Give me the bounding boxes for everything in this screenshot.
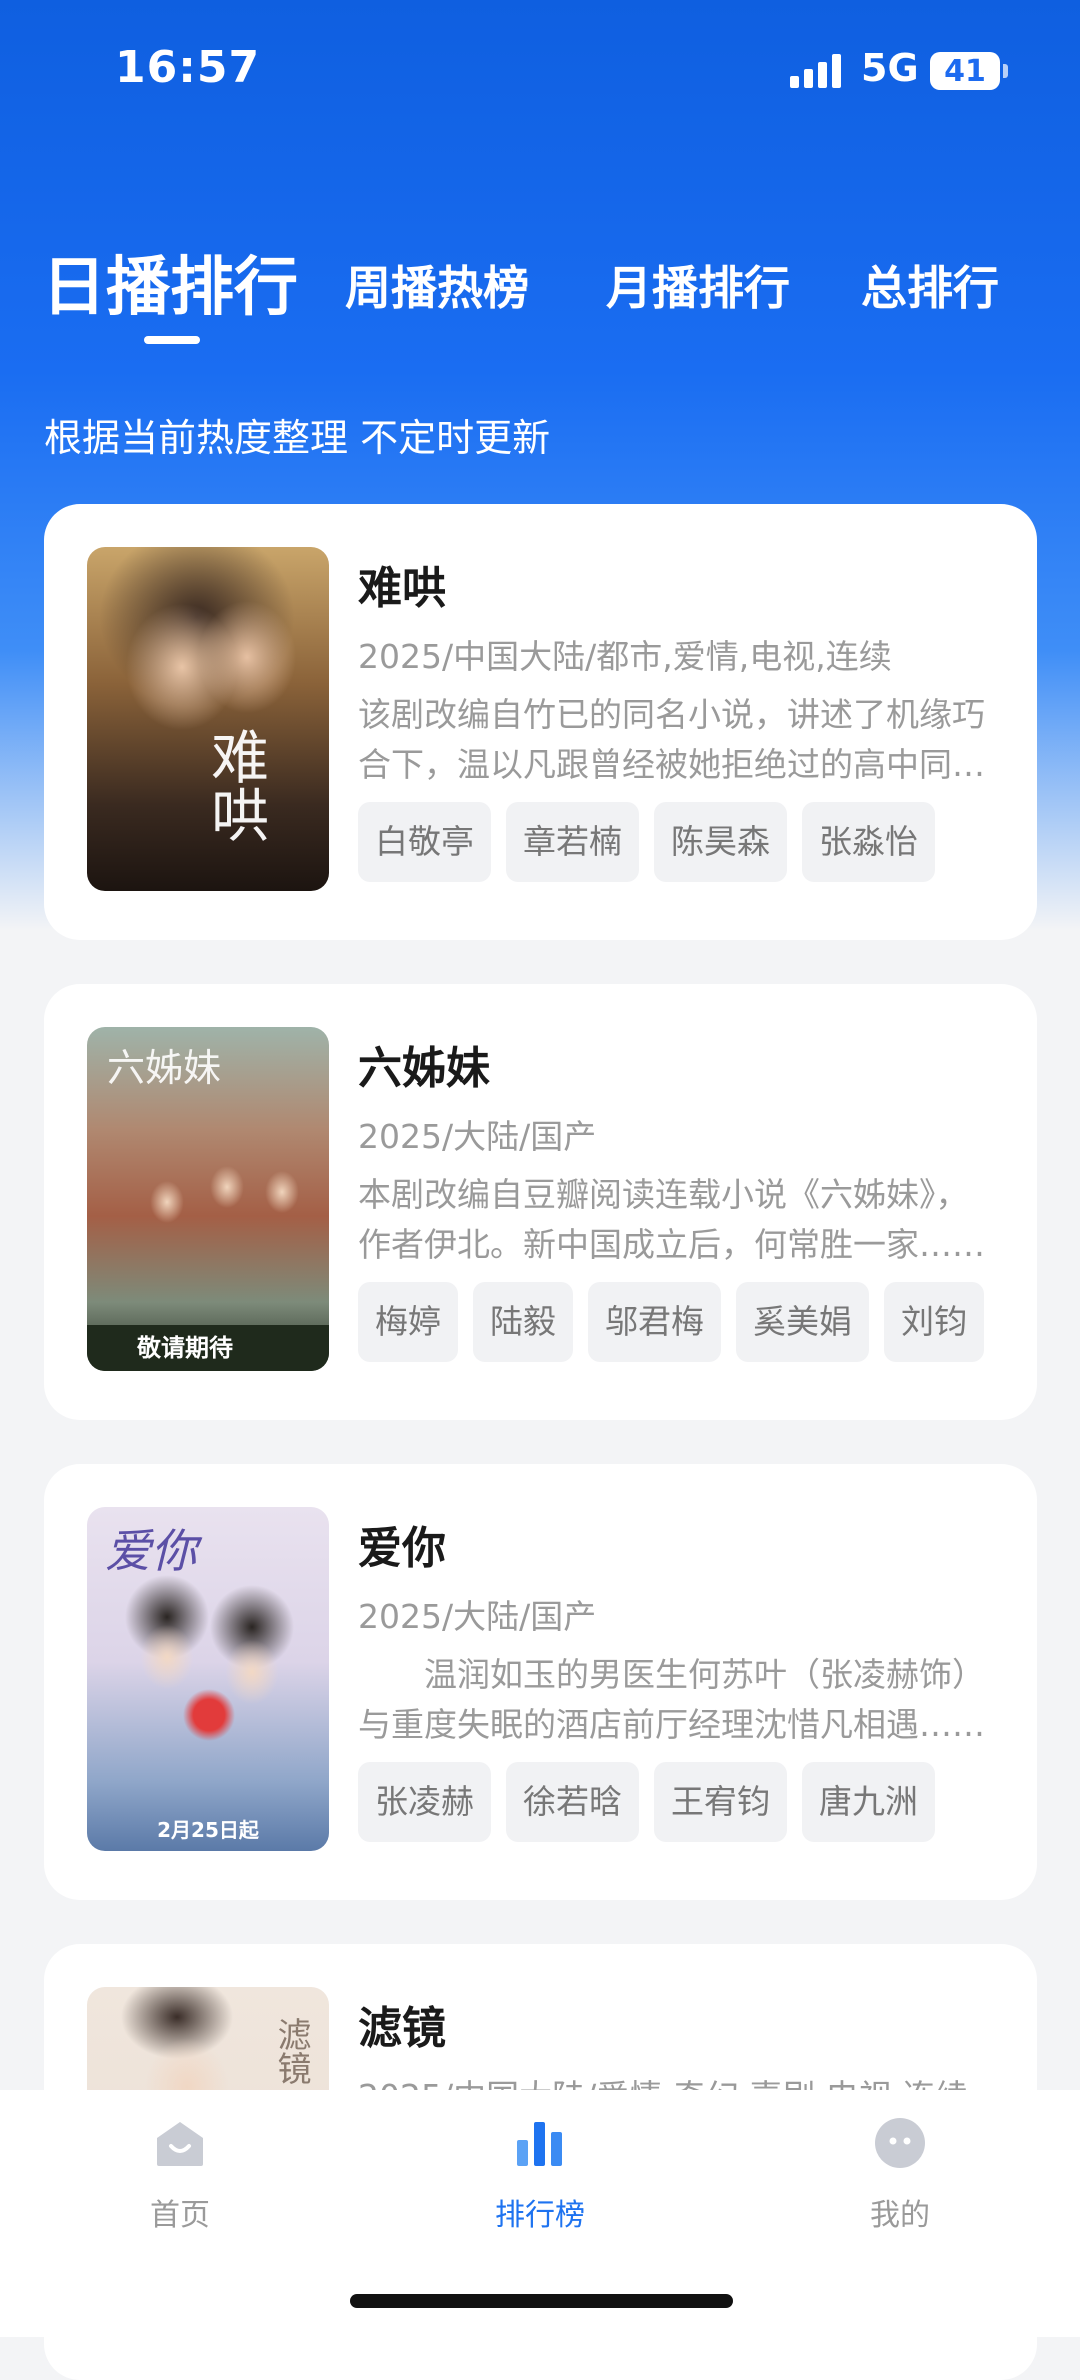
page-subtitle: 根据当前热度整理 不定时更新 bbox=[44, 416, 551, 460]
drama-title: 六姊妹 bbox=[358, 1043, 490, 1094]
tab-active-indicator bbox=[144, 336, 200, 344]
drama-poster[interactable]: 难哄 bbox=[87, 547, 329, 891]
cast-tag[interactable]: 刘钧 bbox=[884, 1282, 984, 1362]
cast-tags: 张凌赫 徐若晗 王宥钧 唐九洲 bbox=[358, 1762, 935, 1842]
cast-tags: 梅婷 陆毅 邬君梅 奚美娟 刘钧 bbox=[358, 1282, 984, 1362]
nav-ranking[interactable]: 排行榜 bbox=[420, 2090, 660, 2240]
poster-title-art: 滤镜 bbox=[271, 2017, 311, 2085]
status-bar: 16:57 5G 41 bbox=[0, 0, 1080, 140]
drama-meta: 2025/中国大陆/都市,爱情,电视,连续 bbox=[358, 637, 892, 676]
home-icon bbox=[157, 2122, 203, 2166]
drama-title: 爱你 bbox=[358, 1523, 446, 1574]
drama-poster[interactable]: 爱你 2月25日起 bbox=[87, 1507, 329, 1851]
drama-card[interactable]: 爱你 2月25日起 爱你 2025/大陆/国产 温润如玉的男医生何苏叶（张凌赫饰… bbox=[44, 1464, 1037, 1900]
drama-description: 该剧改编自竹已的同名小说，讲述了机缘巧合下，温以凡跟曾经被她拒绝过的高中同学桑延… bbox=[358, 695, 985, 784]
cast-tag[interactable]: 奚美娟 bbox=[736, 1282, 869, 1362]
cast-tag[interactable]: 陈昊森 bbox=[654, 802, 787, 882]
home-indicator bbox=[350, 2294, 733, 2308]
cast-tag[interactable]: 王宥钧 bbox=[654, 1762, 787, 1842]
tab-daily[interactable]: 日播排行 bbox=[42, 236, 298, 328]
battery-icon: 41 bbox=[930, 52, 1008, 90]
battery-level: 41 bbox=[944, 53, 986, 89]
nav-home[interactable]: 首页 bbox=[60, 2090, 300, 2240]
drama-description: 温润如玉的男医生何苏叶（张凌赫饰）与重度失眠的酒店前厅经理沈惜凡相遇…… bbox=[358, 1655, 985, 1744]
nav-profile-label: 我的 bbox=[870, 2198, 930, 2233]
signal-icon bbox=[790, 52, 844, 88]
cast-tag[interactable]: 徐若晗 bbox=[506, 1762, 639, 1842]
ranking-tabs: 日播排行 周播热榜 月播排行 总排行 bbox=[0, 230, 1080, 344]
status-time: 16:57 bbox=[115, 42, 261, 93]
poster-title-art: 难哄 bbox=[201, 727, 269, 843]
cast-tag[interactable]: 章若楠 bbox=[506, 802, 639, 882]
cast-tag[interactable]: 张淼怡 bbox=[802, 802, 935, 882]
poster-banner: 敬请期待 bbox=[87, 1325, 329, 1371]
poster-title-art: 六姊妹 bbox=[107, 1046, 222, 1090]
cast-tag[interactable]: 张凌赫 bbox=[358, 1762, 491, 1842]
cast-tag[interactable]: 白敬亭 bbox=[358, 802, 491, 882]
cast-tag[interactable]: 邬君梅 bbox=[588, 1282, 721, 1362]
drama-description: 本剧改编自豆瓣阅读连载小说《六姊妹》，作者伊北。新中国成立后，何常胜一家…… bbox=[358, 1175, 985, 1264]
cast-tag[interactable]: 陆毅 bbox=[473, 1282, 573, 1362]
nav-ranking-label: 排行榜 bbox=[495, 2198, 585, 2233]
network-label: 5G bbox=[861, 46, 919, 90]
drama-title: 滤镜 bbox=[358, 2003, 446, 2054]
poster-title-art: 爱你 bbox=[105, 1524, 197, 1578]
bar-chart-icon bbox=[517, 2122, 562, 2166]
tab-overall[interactable]: 总排行 bbox=[861, 252, 999, 318]
cast-tag[interactable]: 唐九洲 bbox=[802, 1762, 935, 1842]
drama-poster[interactable]: 六姊妹 敬请期待 bbox=[87, 1027, 329, 1371]
tab-monthly[interactable]: 月播排行 bbox=[606, 252, 790, 318]
poster-date: 2月25日起 bbox=[157, 1818, 259, 1842]
nav-home-label: 首页 bbox=[150, 2198, 210, 2233]
nav-profile[interactable]: 我的 bbox=[780, 2090, 1020, 2240]
drama-meta: 2025/大陆/国产 bbox=[358, 1117, 597, 1156]
drama-card[interactable]: 难哄 难哄 2025/中国大陆/都市,爱情,电视,连续 该剧改编自竹已的同名小说… bbox=[44, 504, 1037, 940]
profile-icon bbox=[875, 2118, 925, 2168]
drama-meta: 2025/大陆/国产 bbox=[358, 1597, 597, 1636]
drama-title: 难哄 bbox=[358, 563, 446, 614]
cast-tag[interactable]: 梅婷 bbox=[358, 1282, 458, 1362]
drama-card[interactable]: 六姊妹 敬请期待 六姊妹 2025/大陆/国产 本剧改编自豆瓣阅读连载小说《六姊… bbox=[44, 984, 1037, 1420]
cast-tags: 白敬亭 章若楠 陈昊森 张淼怡 bbox=[358, 802, 935, 882]
tab-weekly[interactable]: 周播热榜 bbox=[345, 252, 529, 318]
